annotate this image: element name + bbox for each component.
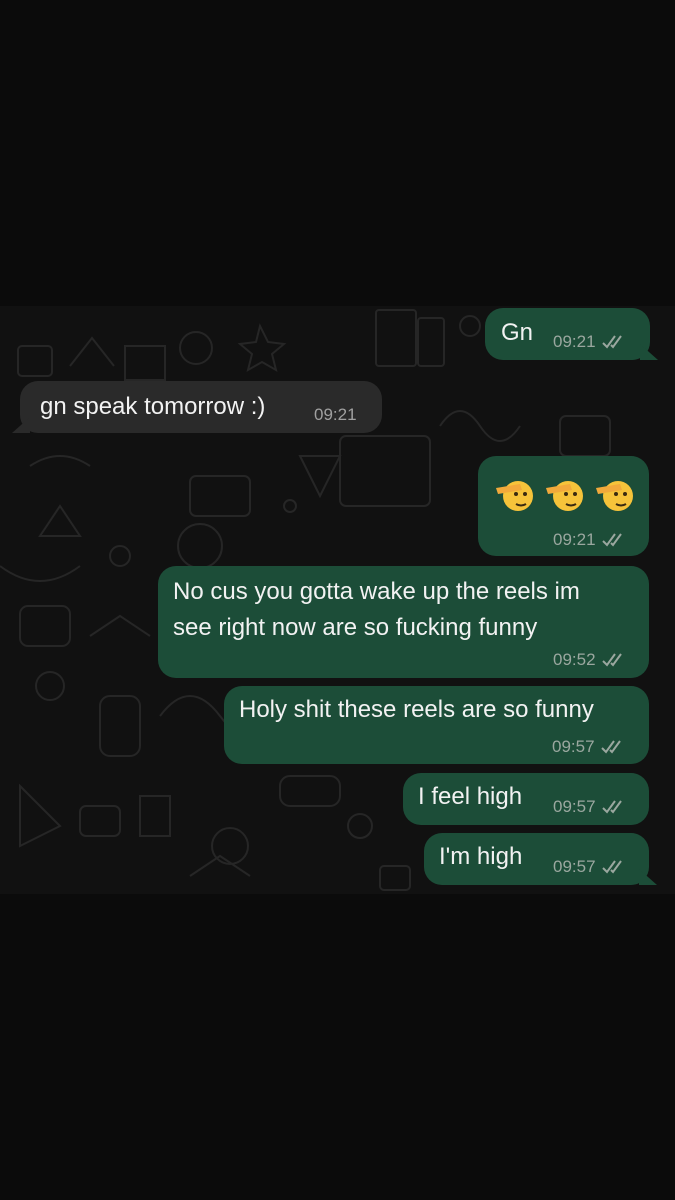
saluting-face-emoji-icon [596, 481, 633, 511]
message-bubble[interactable]: gn speak tomorrow :) 09:21 [20, 381, 382, 433]
message-meta: 09:57 [553, 857, 626, 877]
message-meta: 09:57 [553, 797, 626, 817]
double-check-icon [601, 860, 622, 874]
message-text: Gn [501, 319, 534, 346]
message-meta: 09:52 [553, 650, 626, 670]
message-time: 09:21 [314, 405, 357, 424]
message-text-line: No cus you gotta wake up the reels im [173, 578, 580, 605]
message-text: I'm high [439, 843, 523, 870]
message-time: 09:52 [553, 650, 596, 669]
message-meta: 09:57 [552, 737, 625, 757]
message-text: Holy shit these reels are so funny [239, 696, 594, 723]
message-bubble[interactable]: I feel high 09:57 [403, 773, 649, 825]
message-text: I feel high [418, 783, 523, 810]
message-bubble[interactable]: 09:21 [478, 456, 649, 556]
message-bubble[interactable]: Holy shit these reels are so funny 09:57 [224, 686, 649, 764]
saluting-face-emoji-icon [546, 481, 583, 511]
emoji-row [492, 474, 634, 516]
double-check-icon [601, 653, 622, 667]
message-bubble[interactable]: No cus you gotta wake up the reels im se… [158, 566, 649, 678]
double-check-icon [601, 800, 622, 814]
chat-area[interactable]: Gn 09:21 gn speak tomorrow :) 09:21 09:2… [0, 306, 675, 894]
message-time: 09:57 [553, 857, 596, 876]
message-meta: 09:21 [553, 332, 626, 352]
message-time: 09:21 [553, 332, 596, 351]
message-bubble[interactable]: I'm high 09:57 [424, 833, 649, 885]
message-text-line: see right now are so fucking funny [173, 614, 538, 641]
message-text: gn speak tomorrow :) [40, 393, 266, 420]
message-meta: 09:21 [553, 530, 626, 550]
message-time: 09:57 [553, 797, 596, 816]
double-check-icon [600, 740, 621, 754]
message-time: 09:21 [553, 530, 596, 549]
message-time: 09:57 [552, 737, 595, 756]
double-check-icon [601, 335, 622, 349]
saluting-face-emoji-icon [496, 481, 533, 511]
double-check-icon [601, 533, 622, 547]
message-bubble[interactable]: Gn 09:21 [485, 308, 650, 360]
